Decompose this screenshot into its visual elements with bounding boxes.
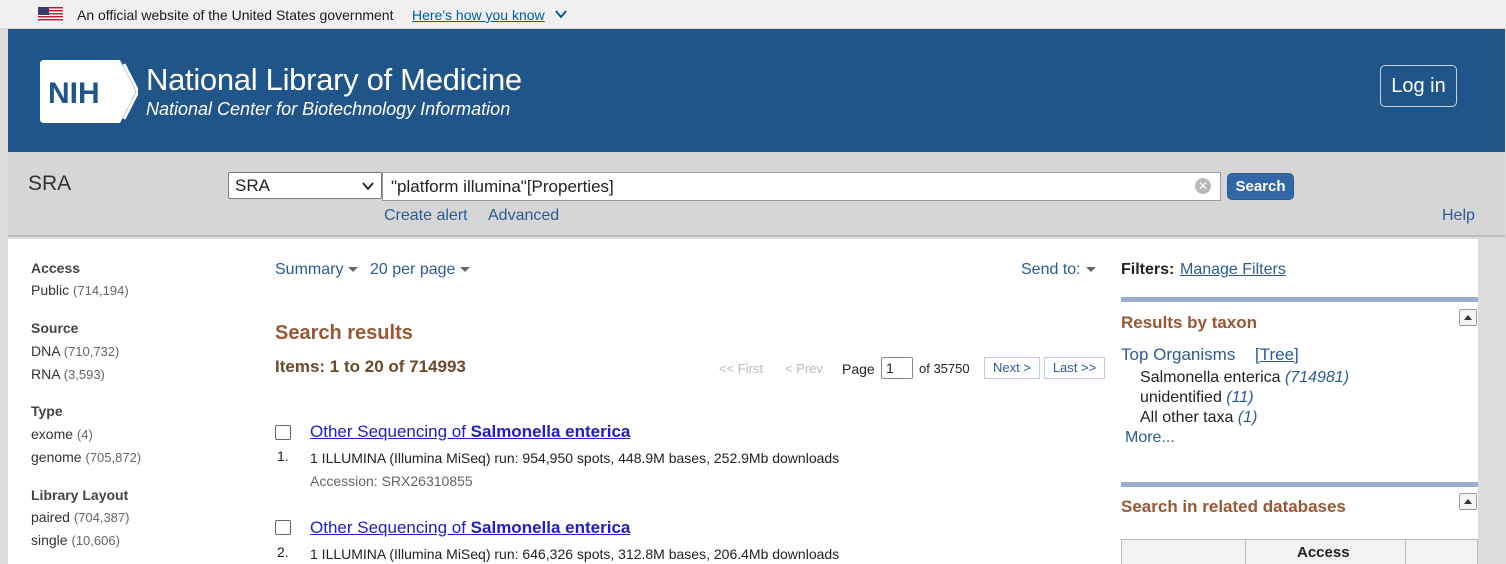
gov-banner: An official website of the United States… — [0, 0, 1506, 29]
nih-logo[interactable]: NIH — [40, 60, 138, 123]
facet-item-exome[interactable]: exome (4) — [31, 426, 93, 442]
site-subtitle: National Center for Biotechnology Inform… — [146, 99, 511, 119]
result-number: 1. — [277, 448, 289, 464]
us-flag-icon — [38, 7, 63, 22]
help-link[interactable]: Help — [1442, 207, 1475, 225]
table-header-cell — [1122, 540, 1246, 564]
taxon-item[interactable]: All other taxa (1) — [1140, 409, 1257, 427]
table-header-access: Access — [1297, 544, 1350, 561]
nih-logo-text: NIH — [48, 77, 100, 110]
create-alert-link[interactable]: Create alert — [384, 207, 468, 225]
result-description: 1 ILLUMINA (Illumina MiSeq) run: 954,950… — [310, 450, 840, 466]
result-number: 2. — [277, 544, 289, 560]
top-organisms-label: Top Organisms — [1121, 345, 1236, 364]
more-taxa-link[interactable]: More... — [1125, 429, 1175, 447]
pager-prev: < Prev — [785, 361, 823, 376]
facet-title-access: Access — [31, 260, 81, 276]
results-by-taxon-title: Results by taxon — [1121, 313, 1258, 332]
site-header: NIH National Library of Medicine Nationa… — [8, 29, 1505, 152]
facet-title-library-layout: Library Layout — [31, 487, 129, 503]
facet-item-rna[interactable]: RNA (3,593) — [31, 366, 105, 382]
tree-link[interactable]: [Tree] — [1255, 345, 1299, 365]
search-bar: SRA SRA "platform illumina"[Properties] … — [8, 152, 1505, 237]
clear-search-icon[interactable]: ✕ — [1195, 178, 1211, 194]
results-heading: Search results — [275, 322, 413, 344]
result-description: 1 ILLUMINA (Illumina MiSeq) run: 646,326… — [310, 546, 840, 562]
pager-total: of 35750 — [919, 361, 970, 376]
related-databases-table: Access — [1121, 539, 1478, 564]
result-checkbox[interactable] — [275, 425, 291, 440]
page-number-input[interactable]: 1 — [881, 357, 913, 379]
search-button[interactable]: Search — [1227, 173, 1294, 200]
result-checkbox[interactable] — [275, 520, 291, 535]
pager-page-label: Page — [842, 361, 875, 377]
facet-item-single[interactable]: single (10,606) — [31, 532, 120, 548]
result-accession: Accession: SRX26310855 — [310, 473, 473, 489]
facet-item-genome[interactable]: genome (705,872) — [31, 449, 141, 465]
section-divider — [1121, 297, 1478, 302]
next-page-button[interactable]: Next > — [984, 357, 1040, 379]
main-content: Access Public (714,194) Source DNA (710,… — [8, 239, 1478, 564]
manage-filters-link[interactable]: Manage Filters — [1180, 261, 1286, 279]
login-button[interactable]: Log in — [1380, 65, 1457, 107]
gov-banner-text: An official website of the United States… — [77, 7, 394, 23]
taxon-item[interactable]: unidentified (11) — [1140, 389, 1254, 407]
display-format-dropdown[interactable]: Summary — [275, 261, 359, 279]
facet-title-type: Type — [31, 403, 63, 419]
result-title-link[interactable]: Other Sequencing of Salmonella enterica — [310, 422, 630, 442]
related-databases-title: Search in related databases — [1121, 497, 1346, 516]
taxon-item[interactable]: Salmonella enterica (714981) — [1140, 369, 1349, 387]
facet-item-dna[interactable]: DNA (710,732) — [31, 343, 119, 359]
chevron-down-icon[interactable] — [555, 9, 567, 19]
filters-label: Filters: — [1121, 261, 1175, 278]
site-title[interactable]: National Library of Medicine — [146, 62, 522, 98]
database-select[interactable]: SRA — [228, 172, 382, 199]
caret-down-icon — [1085, 267, 1096, 273]
facet-item-public[interactable]: Public (714,194) — [31, 282, 129, 298]
section-divider — [1121, 482, 1478, 487]
how-you-know-link[interactable]: Here's how you know — [412, 7, 545, 23]
collapse-related-button[interactable] — [1459, 493, 1477, 510]
chevron-down-icon — [362, 182, 374, 191]
database-select-value: SRA — [235, 176, 270, 195]
facet-item-paired[interactable]: paired (704,387) — [31, 509, 129, 525]
pager-first: << First — [719, 361, 764, 376]
search-input[interactable]: "platform illumina"[Properties] — [382, 172, 1221, 201]
per-page-dropdown[interactable]: 20 per page — [370, 261, 471, 279]
caret-down-icon — [460, 267, 471, 273]
last-page-button[interactable]: Last >> — [1044, 357, 1105, 379]
send-to-dropdown[interactable]: Send to: — [1021, 261, 1096, 279]
advanced-search-link[interactable]: Advanced — [488, 207, 559, 225]
caret-down-icon — [348, 267, 359, 273]
database-title: SRA — [28, 172, 72, 195]
collapse-taxon-button[interactable] — [1459, 309, 1477, 326]
items-count: Items: 1 to 20 of 714993 — [275, 357, 466, 376]
result-title-link[interactable]: Other Sequencing of Salmonella enterica — [310, 518, 630, 538]
facet-title-source: Source — [31, 320, 79, 336]
